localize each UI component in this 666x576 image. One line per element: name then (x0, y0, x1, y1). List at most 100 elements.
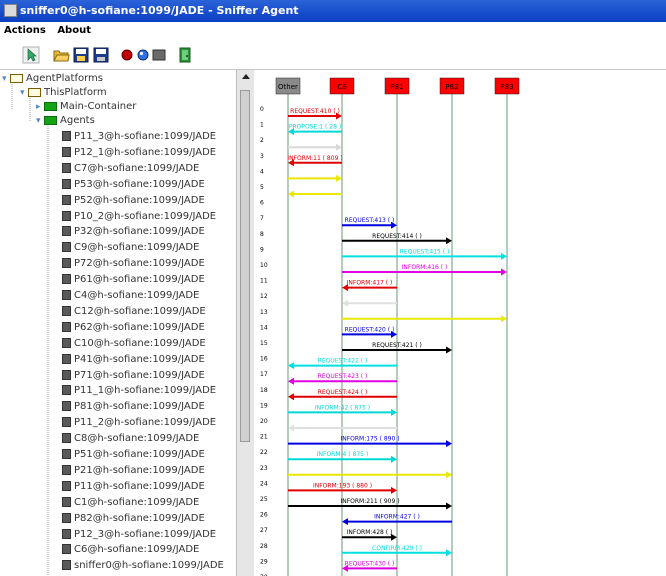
tree-node-agents[interactable]: ▾ Agents (36, 114, 95, 128)
tree-agent-item[interactable]: P21@h-sofiane:1099/JADE (62, 464, 205, 478)
tree-agent-item[interactable]: P51@h-sofiane:1099/JADE (62, 448, 205, 462)
scroll-up-icon[interactable] (237, 70, 255, 84)
tree-agent-item[interactable]: P72@h-sofiane:1099/JADE (62, 257, 205, 271)
agent-icon (62, 210, 71, 221)
tree-agent-item[interactable]: P12_3@h-sofiane:1099/JADE (62, 528, 216, 542)
row-number: 1 (260, 122, 264, 129)
row-number: 7 (260, 215, 264, 222)
tree-agent-label: C10@h-sofiane:1099/JADE (74, 337, 206, 349)
tree-node-thisplatform[interactable]: ▾ ThisPlatform (20, 86, 107, 100)
tree-agent-label: P32@h-sofiane:1099/JADE (74, 226, 205, 238)
tree-node-agentplatforms[interactable]: ▾ AgentPlatforms (2, 72, 103, 86)
row-number: 0 (260, 106, 264, 113)
tree-agent-item[interactable]: P61@h-sofiane:1099/JADE (62, 273, 205, 287)
row-number: 29 (260, 558, 268, 565)
message-label: REQUEST:422 ( ) (318, 358, 368, 365)
row-number: 3 (260, 153, 264, 160)
row-number: 27 (260, 527, 268, 534)
row-number: 4 (260, 168, 264, 175)
menu-about[interactable]: About (53, 22, 95, 40)
clear-icon[interactable] (150, 46, 168, 64)
menu-actions[interactable]: Actions (0, 22, 50, 40)
tree-agent-item[interactable]: P11_2@h-sofiane:1099/JADE (62, 416, 216, 430)
message-label: REQUEST:424 ( ) (318, 389, 368, 396)
row-number: 9 (260, 246, 264, 253)
message-label: REQUEST:420 ( ) (345, 326, 395, 333)
tree-agent-item[interactable]: P11_3@h-sofiane:1099/JADE (62, 130, 216, 144)
sniffer-canvas[interactable]: Other C8 P81 P82 P83 0 1 2 3 4 5 6 7 8 9 10 11 12 13 14 15 16… (254, 70, 666, 576)
tree-agent-label: C4@h-sofiane:1099/JADE (74, 290, 200, 301)
tree-agent-label: P11_3@h-sofiane:1099/JADE (74, 131, 217, 142)
tree-agent-item[interactable]: P11_1@h-sofiane:1099/JADE (62, 384, 216, 398)
tree-agent-item[interactable]: C4@h-sofiane:1099/JADE (62, 289, 199, 303)
tree-agent-item[interactable]: C6@h-sofiane:1099/JADE (62, 543, 199, 557)
expand-toggle[interactable]: ▾ (36, 114, 44, 128)
row-number: 13 (260, 309, 268, 316)
menu-bar: Actions About (0, 22, 666, 40)
save-list-icon[interactable] (72, 46, 90, 64)
row-number: 20 (260, 418, 268, 425)
tree-agent-label: P10_2@h-sofiane:1099/JADE (74, 210, 217, 222)
tree-agent-item[interactable]: P32@h-sofiane:1099/JADE (62, 225, 205, 239)
tree-agent-item[interactable]: P81@h-sofiane:1099/JADE (62, 400, 205, 414)
message-label: INFORM:417 ( ) (347, 280, 393, 287)
agent-icon (62, 337, 71, 348)
row-number: 8 (260, 231, 264, 238)
agent-icon (62, 258, 71, 269)
row-number: 22 (260, 449, 268, 456)
tree-agent-item[interactable]: P12_1@h-sofiane:1099/JADE (62, 146, 216, 160)
agent-icon (62, 146, 71, 157)
row-number: 26 (260, 512, 268, 519)
pointer-icon[interactable] (22, 46, 40, 64)
tree-agent-item[interactable]: P10_2@h-sofiane:1099/JADE (62, 210, 216, 224)
row-number: 6 (260, 200, 264, 207)
tree-agent-item[interactable]: P11@h-sofiane:1099/JADE (62, 480, 205, 494)
toolbar (0, 40, 666, 70)
agent-icon (62, 480, 71, 491)
open-folder-icon[interactable] (52, 46, 70, 64)
tree-agent-item[interactable]: P41@h-sofiane:1099/JADE (62, 353, 205, 367)
message-label: INFORM:193 ( 880 ) (313, 482, 372, 489)
window-title: sniffer0@h-sofiane:1099/JADE - Sniffer A… (20, 4, 299, 17)
agent-box-label: P83 (500, 83, 513, 91)
tree-agent-item[interactable]: P52@h-sofiane:1099/JADE (62, 194, 205, 208)
agent-icon (62, 369, 71, 380)
message-label: INFORM:42 ( 875 ) (315, 404, 370, 411)
save-icon[interactable] (92, 46, 110, 64)
scrollbar-thumb[interactable] (240, 90, 250, 442)
tree-agent-item[interactable]: C12@h-sofiane:1099/JADE (62, 305, 206, 319)
exit-door-icon[interactable] (176, 46, 194, 64)
tree-agent-item[interactable]: C7@h-sofiane:1099/JADE (62, 162, 199, 176)
tree-agent-label: P11@h-sofiane:1099/JADE (74, 480, 205, 492)
tree-agent-label: P12_1@h-sofiane:1099/JADE (74, 146, 217, 158)
expand-toggle[interactable]: ▾ (2, 72, 10, 86)
row-number: 14 (260, 324, 268, 331)
container-folder-icon (44, 101, 57, 111)
tree-agent-item[interactable]: C1@h-sofiane:1099/JADE (62, 496, 199, 510)
tree-agent-label: C12@h-sofiane:1099/JADE (74, 305, 206, 317)
tree-agent-item[interactable]: C10@h-sofiane:1099/JADE (62, 337, 206, 351)
message-label: INFORM:428 ( ) (347, 529, 393, 536)
message-label: REQUEST:410 ( ) (290, 108, 340, 115)
tree-agent-item[interactable]: C8@h-sofiane:1099/JADE (62, 432, 199, 446)
row-number: 19 (260, 402, 268, 409)
agent-icon (62, 417, 71, 428)
tree-agent-item[interactable]: C9@h-sofiane:1099/JADE (62, 241, 199, 255)
tree-agent-item[interactable]: P71@h-sofiane:1099/JADE (62, 369, 205, 383)
tree-agent-item[interactable]: sniffer0@h-sofiane:1099/JADE (62, 559, 224, 573)
expand-toggle[interactable]: ▾ (20, 86, 28, 100)
agent-box-label: Other (278, 83, 298, 91)
canvas-background (268, 70, 666, 576)
agent-icon (62, 353, 71, 364)
message-label: INFORM:416 ( ) (402, 264, 448, 271)
tree-node-main-container[interactable]: ▸ Main-Container (36, 100, 136, 114)
message-label: REQUEST:414 ( ) (372, 233, 422, 240)
agent-icon (62, 226, 71, 237)
row-number: 12 (260, 293, 268, 300)
tree-agent-item[interactable]: P53@h-sofiane:1099/JADE (62, 178, 205, 192)
tree-agent-item[interactable]: P82@h-sofiane:1099/JADE (62, 512, 205, 526)
collapse-toggle[interactable]: ▸ (36, 100, 44, 114)
agent-icon (62, 433, 71, 444)
message-label: INFORM:427 ( ) (374, 514, 420, 521)
tree-agent-item[interactable]: P62@h-sofiane:1099/JADE (62, 321, 205, 335)
